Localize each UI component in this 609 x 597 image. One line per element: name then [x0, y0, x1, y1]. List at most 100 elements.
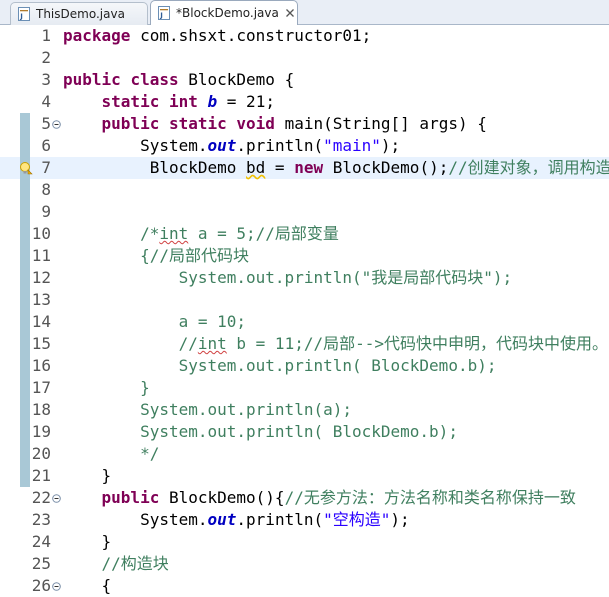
- line-number: 15: [31, 334, 51, 353]
- comment-token: */: [63, 444, 160, 463]
- tab-blockdemo[interactable]: J *BlockDemo.java: [150, 0, 298, 26]
- line-number: 5: [41, 114, 51, 133]
- code-line[interactable]: 15 //int b = 11;//局部-->代码快中申明，代码块中使用。: [0, 333, 609, 355]
- code-token: main(String[] args) {: [274, 114, 487, 133]
- code-token: System.: [63, 136, 208, 155]
- code-token: BlockDemo {: [178, 70, 295, 89]
- code-token: out: [207, 510, 237, 529]
- close-tab-icon[interactable]: [285, 8, 295, 18]
- comment-token: int: [159, 224, 189, 243]
- code-token: com.shsxt.constructor01;: [130, 26, 372, 45]
- code-line[interactable]: 12 System.out.println("我是局部代码块");: [0, 267, 609, 289]
- code-text: a = 10;: [63, 311, 246, 333]
- svg-text:J: J: [19, 13, 23, 21]
- code-line[interactable]: 25 //构造块: [0, 553, 609, 575]
- line-number: 23: [31, 510, 51, 529]
- code-text: }: [63, 465, 112, 487]
- code-token: b: [207, 92, 218, 111]
- code-line[interactable]: 6 System.out.println("main");: [0, 135, 609, 157]
- comment-token: /*: [63, 224, 160, 243]
- code-text: public class BlockDemo {: [63, 69, 294, 91]
- code-token: .println(: [236, 510, 324, 529]
- code-line[interactable]: 11 {//局部代码块: [0, 245, 609, 267]
- code-token: }: [63, 532, 112, 551]
- keyword-token: static: [101, 92, 160, 111]
- code-line[interactable]: 9: [0, 201, 609, 223]
- code-text: System.out.println("我是局部代码块");: [63, 267, 513, 289]
- line-number: 16: [31, 356, 51, 375]
- code-line[interactable]: 21 }: [0, 465, 609, 487]
- code-token: System.: [63, 510, 208, 529]
- code-text: {//局部代码块: [63, 245, 249, 267]
- code-line[interactable]: 7 BlockDemo bd = new BlockDemo();//创建对象，…: [0, 157, 609, 179]
- line-number: 19: [31, 422, 51, 441]
- editor-tab-bar: J ThisDemo.java J *BlockDemo.java: [0, 0, 609, 26]
- comment-token: //: [63, 334, 198, 353]
- line-number: 4: [41, 92, 51, 111]
- code-line[interactable]: 8: [0, 179, 609, 201]
- comment-token: //创建对象，调用构造: [448, 158, 609, 177]
- code-line[interactable]: 10 /*int a = 5;//局部变量: [0, 223, 609, 245]
- line-number: 9: [41, 202, 51, 221]
- line-number: 3: [41, 70, 51, 89]
- code-line[interactable]: 13: [0, 289, 609, 311]
- code-token: BlockDemo(){: [159, 488, 285, 507]
- collapse-fold-icon[interactable]: [52, 494, 61, 503]
- code-token: {: [63, 576, 112, 595]
- code-line[interactable]: 26 {: [0, 575, 609, 597]
- line-number: 6: [41, 136, 51, 155]
- code-line[interactable]: 18 System.out.println(a);: [0, 399, 609, 421]
- keyword-token: void: [236, 114, 275, 133]
- code-line[interactable]: 3 public class BlockDemo {: [0, 69, 609, 91]
- collapse-fold-icon[interactable]: [52, 120, 61, 129]
- line-number: 20: [31, 444, 51, 463]
- code-line[interactable]: 16 System.out.println( BlockDemo.b);: [0, 355, 609, 377]
- comment-token: {//局部代码块: [63, 246, 249, 265]
- keyword-token: int: [168, 92, 198, 111]
- code-token: );: [380, 136, 401, 155]
- line-number: 22: [31, 488, 51, 507]
- code-text: System.out.println( BlockDemo.b);: [63, 421, 458, 443]
- code-line[interactable]: 17 }: [0, 377, 609, 399]
- comment-token: System.out.println( BlockDemo.b);: [63, 356, 497, 375]
- code-token: BlockDemo();: [323, 158, 449, 177]
- comment-token: int: [197, 334, 227, 353]
- tab-thisdemo[interactable]: J ThisDemo.java: [10, 2, 148, 25]
- code-line[interactable]: 23 System.out.println("空构造");: [0, 509, 609, 531]
- code-line[interactable]: 4 static int b = 21;: [0, 91, 609, 113]
- code-text: //int b = 11;//局部-->代码快中申明，代码块中使用。: [63, 333, 608, 355]
- comment-token: a = 10;: [63, 312, 247, 331]
- code-line[interactable]: 20 */: [0, 443, 609, 465]
- code-token: out: [207, 136, 237, 155]
- code-line[interactable]: 22 public BlockDemo(){//无参方法：方法名称和类名称保持一…: [0, 487, 609, 509]
- code-text: System.out.println( BlockDemo.b);: [63, 355, 497, 377]
- line-number: 7: [41, 158, 51, 177]
- code-text: package com.shsxt.constructor01;: [63, 25, 371, 47]
- code-text: {: [63, 575, 112, 597]
- code-token: bd: [246, 158, 266, 177]
- code-line[interactable]: 5 public static void main(String[] args)…: [0, 113, 609, 135]
- code-text: public static void main(String[] args) {: [63, 113, 487, 135]
- code-line[interactable]: 14 a = 10;: [0, 311, 609, 333]
- comment-token: }: [63, 378, 150, 397]
- code-text: System.out.println("main");: [63, 135, 400, 157]
- line-number: 2: [41, 48, 51, 67]
- collapse-fold-icon[interactable]: [52, 582, 61, 591]
- java-file-icon: J: [158, 6, 170, 20]
- string-token: "main": [323, 136, 381, 155]
- code-text: System.out.println(a);: [63, 399, 352, 421]
- code-line[interactable]: 19 System.out.println( BlockDemo.b);: [0, 421, 609, 443]
- code-text: static int b = 21;: [63, 91, 275, 113]
- code-line[interactable]: 2: [0, 47, 609, 69]
- line-number: 25: [31, 554, 51, 573]
- code-line[interactable]: 24 }: [0, 531, 609, 553]
- line-number: 13: [31, 290, 51, 309]
- code-text: System.out.println("空构造");: [63, 509, 410, 531]
- code-editor[interactable]: 1 package com.shsxt.constructor01; 2 3 publi…: [0, 25, 609, 597]
- line-number: 21: [31, 466, 51, 485]
- keyword-token: static: [168, 114, 227, 133]
- code-line[interactable]: 1 package com.shsxt.constructor01;: [0, 25, 609, 47]
